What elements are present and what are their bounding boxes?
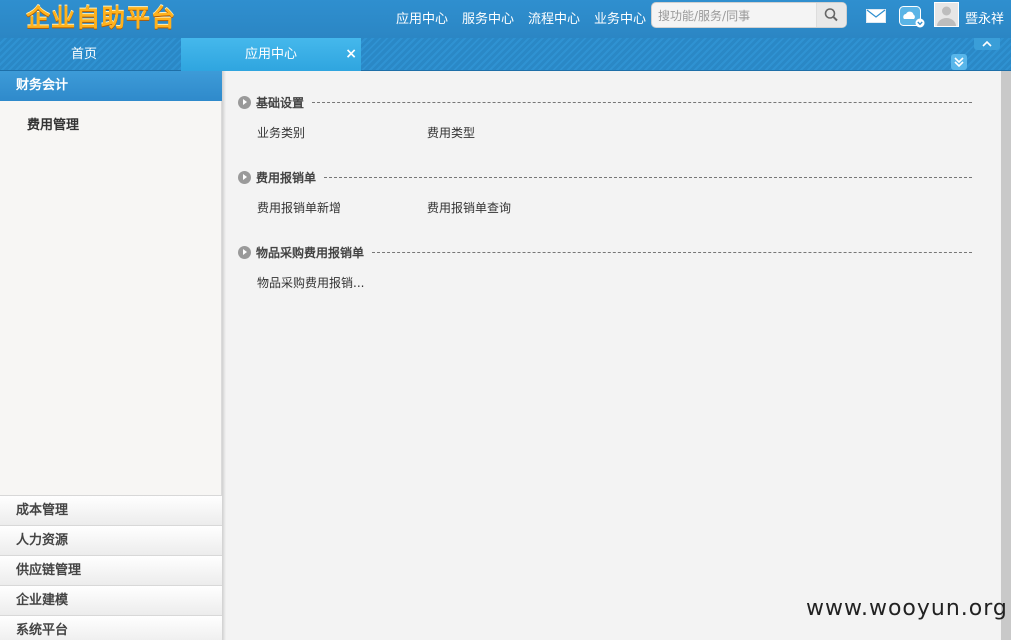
arrow-right-icon bbox=[238, 171, 251, 184]
sidebar-group-system[interactable]: 系统平台 bbox=[0, 615, 222, 640]
user-icon bbox=[937, 6, 956, 26]
sidebar-item-expense-management[interactable]: 费用管理 bbox=[27, 114, 79, 133]
top-header: 企业自助平台 应用中心 服务中心 流程中心 业务中心 暨永祥 bbox=[0, 0, 1011, 38]
tab-app-center[interactable]: 应用中心 × bbox=[181, 38, 361, 71]
chevron-up-icon bbox=[982, 40, 992, 47]
section-purchase-expense-report: 物品采购费用报销单 bbox=[238, 244, 972, 261]
arrow-right-icon bbox=[238, 246, 251, 259]
search-icon bbox=[824, 8, 838, 22]
link-expense-report-new[interactable]: 费用报销单新增 bbox=[257, 199, 341, 216]
mail-icon[interactable] bbox=[866, 9, 886, 23]
sidebar-group-hr[interactable]: 人力资源 bbox=[0, 525, 222, 555]
divider bbox=[312, 102, 972, 103]
scrollbar[interactable] bbox=[1001, 71, 1011, 640]
cloud-app-icon[interactable] bbox=[899, 6, 925, 28]
tab-home[interactable]: 首页 bbox=[0, 38, 168, 71]
tab-close-button[interactable]: × bbox=[345, 38, 357, 71]
top-nav: 应用中心 服务中心 流程中心 业务中心 bbox=[396, 8, 646, 27]
double-chevron-down-icon bbox=[954, 57, 964, 68]
collapse-up-button[interactable] bbox=[974, 38, 1000, 50]
sidebar: 财务会计 费用管理 成本管理 人力资源 供应链管理 企业建模 系统平台 bbox=[0, 71, 222, 640]
username[interactable]: 暨永祥 bbox=[965, 8, 1004, 27]
tab-bar: 首页 应用中心 × bbox=[0, 38, 1011, 71]
link-expense-type[interactable]: 费用类型 bbox=[427, 124, 475, 141]
link-purchase-expense-report[interactable]: 物品采购费用报销... bbox=[257, 274, 364, 291]
sidebar-group-cost[interactable]: 成本管理 bbox=[0, 495, 222, 525]
nav-process-center[interactable]: 流程中心 bbox=[528, 8, 580, 27]
arrow-right-icon bbox=[238, 96, 251, 109]
nav-business-center[interactable]: 业务中心 bbox=[594, 8, 646, 27]
section-title: 物品采购费用报销单 bbox=[256, 246, 365, 260]
nav-service-center[interactable]: 服务中心 bbox=[462, 8, 514, 27]
link-expense-report-query[interactable]: 费用报销单查询 bbox=[427, 199, 511, 216]
divider bbox=[372, 252, 972, 253]
avatar[interactable] bbox=[934, 2, 959, 27]
search-input[interactable] bbox=[658, 7, 816, 24]
section-basic-settings: 基础设置 bbox=[238, 94, 972, 111]
tab-app-center-label: 应用中心 bbox=[244, 47, 297, 62]
sidebar-header-finance[interactable]: 财务会计 bbox=[0, 71, 222, 101]
divider bbox=[324, 177, 972, 178]
logo: 企业自助平台 bbox=[26, 4, 176, 32]
nav-app-center[interactable]: 应用中心 bbox=[396, 8, 448, 27]
sidebar-group-modeling[interactable]: 企业建模 bbox=[0, 585, 222, 615]
section-title: 基础设置 bbox=[256, 96, 305, 110]
search-button[interactable] bbox=[816, 3, 846, 27]
section-title: 费用报销单 bbox=[256, 171, 317, 185]
expand-down-button[interactable] bbox=[951, 54, 967, 70]
sidebar-group-supply-chain[interactable]: 供应链管理 bbox=[0, 555, 222, 585]
link-business-category[interactable]: 业务类别 bbox=[257, 124, 305, 141]
search-box bbox=[651, 2, 847, 28]
main-content: 基础设置 业务类别 费用类型 费用报销单 费用报销单新增 费用报销单查询 物品采… bbox=[226, 71, 1001, 640]
section-expense-report: 费用报销单 bbox=[238, 169, 972, 186]
watermark: www.wooyun.org bbox=[806, 596, 1008, 621]
